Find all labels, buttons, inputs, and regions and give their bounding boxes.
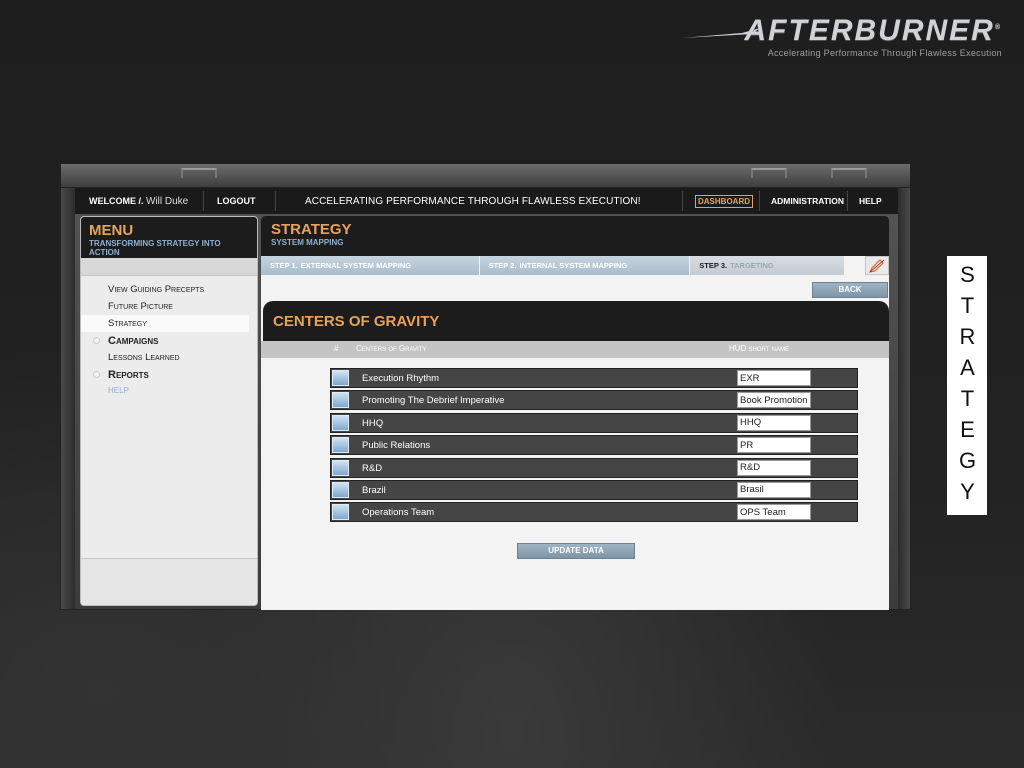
menu-list: View Guiding Precepts Future Picture Str… xyxy=(81,276,257,397)
topbar-divider xyxy=(203,191,204,211)
side-menu: MENU TRANSFORMING STRATEGY INTO ACTION V… xyxy=(80,216,258,606)
strategy-side-label: STRATEGY xyxy=(947,256,987,515)
frame-left-edge xyxy=(61,188,75,609)
table-row: R&D xyxy=(330,457,858,478)
frame-bolt xyxy=(181,168,217,178)
topbar-divider xyxy=(759,191,760,211)
drag-handle-icon[interactable] xyxy=(332,370,349,386)
logout-link[interactable]: LOGOUT xyxy=(217,196,256,206)
menu-item-view-guiding-precepts[interactable]: View Guiding Precepts xyxy=(81,281,257,298)
menu-item-campaigns[interactable]: Campaigns xyxy=(81,332,257,349)
drag-handle-icon[interactable] xyxy=(332,392,349,409)
main-header: STRATEGY SYSTEM MAPPING xyxy=(261,216,889,256)
radio-bullet-icon xyxy=(93,337,100,344)
edit-pencil-icon[interactable] xyxy=(865,256,889,275)
topbar-divider xyxy=(682,191,683,211)
cog-table: Execution Rhythm Promoting The Debrief I… xyxy=(330,368,858,525)
menu-subtitle: TRANSFORMING STRATEGY INTO ACTION xyxy=(89,239,221,257)
frame-bolt xyxy=(751,168,787,178)
table-row: Operations Team xyxy=(330,502,858,523)
dashboard-link[interactable]: DASHBOARD xyxy=(695,194,753,208)
page-title: STRATEGY xyxy=(271,221,352,238)
drag-handle-icon[interactable] xyxy=(332,459,349,476)
menu-item-future-picture[interactable]: Future Picture xyxy=(81,298,257,315)
main-panel: STRATEGY SYSTEM MAPPING STEP 1. EXTERNAL… xyxy=(261,216,889,610)
cog-name: Public Relations xyxy=(362,440,431,452)
col-name: Centers of Gravity xyxy=(356,344,427,353)
tab-step-3[interactable]: STEP 3. TARGETING xyxy=(690,256,846,275)
menu-item-lessons-learned[interactable]: Lessons Learned xyxy=(81,349,257,366)
short-name-input[interactable] xyxy=(737,504,811,521)
menu-item-label: Reports xyxy=(108,368,149,381)
tab-step-1[interactable]: STEP 1. EXTERNAL SYSTEM MAPPING xyxy=(261,256,480,275)
table-row: Brazil xyxy=(330,479,858,500)
radio-bullet-icon xyxy=(93,371,100,378)
page-subtitle: SYSTEM MAPPING xyxy=(271,238,344,247)
cog-name: Execution Rhythm xyxy=(362,373,440,384)
drag-handle-icon[interactable] xyxy=(332,437,349,454)
table-row: HHQ xyxy=(330,412,858,433)
short-name-input[interactable] xyxy=(737,437,811,454)
drag-handle-icon[interactable] xyxy=(332,504,349,521)
table-row: Public Relations xyxy=(330,435,858,456)
drag-handle-icon[interactable] xyxy=(332,481,349,498)
menu-band xyxy=(81,258,257,276)
topbar-divider xyxy=(275,191,276,211)
col-short-name: HUD short name xyxy=(729,344,790,353)
back-button[interactable]: BACK xyxy=(812,282,888,298)
table-row: Execution Rhythm xyxy=(330,368,858,388)
administration-link[interactable]: ADMINISTRATION xyxy=(771,196,844,206)
short-name-input[interactable] xyxy=(737,392,811,409)
tab-step-2[interactable]: STEP 2. INTERNAL SYSTEM MAPPING xyxy=(479,256,691,275)
help-link[interactable]: HELP xyxy=(859,196,882,206)
menu-header: MENU TRANSFORMING STRATEGY INTO ACTION xyxy=(81,217,257,258)
short-name-input[interactable] xyxy=(737,459,811,476)
afterburner-logo: AFTERBURNER® Accelerating Performance Th… xyxy=(682,14,1002,58)
step-tabs: STEP 1. EXTERNAL SYSTEM MAPPING STEP 2. … xyxy=(261,256,889,275)
topbar-divider xyxy=(847,191,848,211)
brand-name: AFTERBURNER® xyxy=(744,14,1002,47)
short-name-input[interactable] xyxy=(737,370,811,386)
menu-item-help[interactable]: HELP xyxy=(81,383,257,397)
welcome-text: WELCOME /. Will Duke xyxy=(89,195,189,207)
cog-name: Promoting The Debrief Imperative xyxy=(362,395,505,407)
short-name-input[interactable] xyxy=(737,481,811,498)
menu-item-reports[interactable]: Reports xyxy=(81,366,257,383)
table-header: # Centers of Gravity HUD short name xyxy=(261,341,889,358)
cog-name: R&D xyxy=(362,462,383,474)
cog-name: Brazil xyxy=(362,484,386,496)
section-title: CENTERS OF GRAVITY xyxy=(263,301,889,341)
cog-name: Operations Team xyxy=(362,507,435,519)
user-name: Will Duke xyxy=(146,195,189,207)
menu-title: MENU xyxy=(89,222,134,239)
app-topbar: WELCOME /. Will Duke LOGOUT ACCELERATING… xyxy=(75,188,898,214)
edit-pencil-icon xyxy=(869,258,885,273)
menu-item-strategy[interactable]: Strategy xyxy=(81,315,249,332)
update-data-button[interactable]: UPDATE DATA xyxy=(517,543,635,559)
frame-bolt xyxy=(831,168,867,178)
col-hash: # xyxy=(334,344,339,353)
cog-name: HHQ xyxy=(362,417,384,429)
brand-tagline: Accelerating Performance Through Flawles… xyxy=(767,48,1002,58)
drag-handle-icon[interactable] xyxy=(332,414,349,431)
menu-item-label: Campaigns xyxy=(108,334,159,347)
menu-footer xyxy=(81,558,257,605)
topbar-tagline: ACCELERATING PERFORMANCE THROUGH FLAWLES… xyxy=(305,195,641,207)
frame-top-bar xyxy=(61,164,910,188)
short-name-input[interactable] xyxy=(737,414,811,431)
table-row: Promoting The Debrief Imperative xyxy=(330,390,858,411)
frame-right-edge xyxy=(898,188,910,609)
